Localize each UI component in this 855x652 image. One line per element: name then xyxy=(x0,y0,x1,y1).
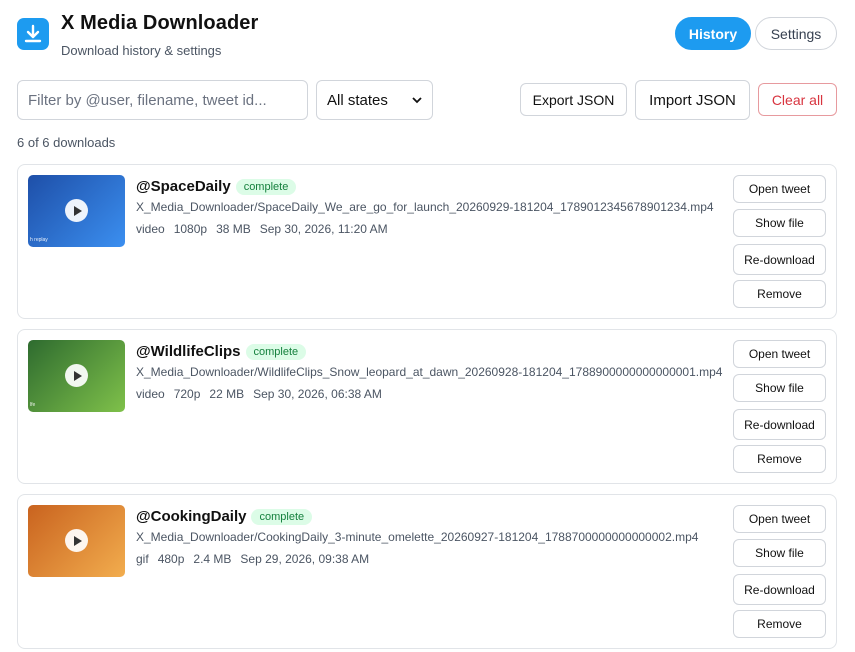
download-date: Sep 30, 2026, 11:20 AM xyxy=(259,222,388,236)
open-tweet-button[interactable]: Open tweet xyxy=(733,175,826,203)
status-badge: complete xyxy=(235,178,297,195)
state-filter-value: All states xyxy=(327,91,388,109)
thumbnail[interactable]: h replay xyxy=(28,175,125,247)
status-badge: complete xyxy=(251,508,313,525)
show-file-button[interactable]: Show file xyxy=(733,539,826,567)
remove-button[interactable]: Remove xyxy=(733,280,826,308)
media-resolution: 1080p xyxy=(173,222,208,236)
status-badge: complete xyxy=(245,343,307,360)
media-resolution: 720p xyxy=(173,387,201,401)
media-size: 22 MB xyxy=(209,387,245,401)
handle-row: @CookingDaily complete xyxy=(136,508,313,525)
media-meta: video 1080p 38 MB Sep 30, 2026, 11:20 AM xyxy=(136,222,388,236)
media-size: 38 MB xyxy=(216,222,251,236)
tab-history[interactable]: History xyxy=(675,17,751,50)
show-file-button[interactable]: Show file xyxy=(733,209,826,237)
app-subtitle: Download history & settings xyxy=(61,43,222,58)
clear-all-button[interactable]: Clear all xyxy=(758,83,837,116)
redownload-button[interactable]: Re-download xyxy=(733,244,826,275)
show-file-button[interactable]: Show file xyxy=(733,374,826,402)
thumbnail[interactable]: lfe xyxy=(28,340,125,412)
file-path: X_Media_Downloader/SpaceDaily_We_are_go_… xyxy=(136,200,714,214)
import-json-button[interactable]: Import JSON xyxy=(635,80,750,120)
export-json-button[interactable]: Export JSON xyxy=(520,83,627,116)
chevron-down-icon xyxy=(412,96,422,103)
media-meta: gif 480p 2.4 MB Sep 29, 2026, 09:38 AM xyxy=(136,552,369,566)
thumbnail-caption: h replay xyxy=(30,237,48,243)
media-size: 2.4 MB xyxy=(193,552,232,566)
search-input[interactable] xyxy=(17,80,308,120)
thumbnail[interactable] xyxy=(28,505,125,577)
remove-button[interactable]: Remove xyxy=(733,610,826,638)
download-date: Sep 29, 2026, 09:38 AM xyxy=(240,552,370,566)
redownload-button[interactable]: Re-download xyxy=(733,409,826,440)
handle-row: @SpaceDaily complete xyxy=(136,178,297,195)
download-icon xyxy=(17,18,49,50)
play-icon xyxy=(65,529,88,552)
download-count: 6 of 6 downloads xyxy=(17,135,116,150)
open-tweet-button[interactable]: Open tweet xyxy=(733,505,826,533)
download-card: h replay @SpaceDaily complete X_Media_Do… xyxy=(17,164,837,319)
media-resolution: 480p xyxy=(157,552,185,566)
tab-bar: History Settings xyxy=(675,17,837,50)
author-handle: @CookingDaily xyxy=(136,508,247,525)
play-icon xyxy=(65,199,88,222)
media-type: gif xyxy=(136,552,149,566)
file-path: X_Media_Downloader/CookingDaily_3-minute… xyxy=(136,530,699,544)
download-card: @CookingDaily complete X_Media_Downloade… xyxy=(17,494,837,649)
app-title: X Media Downloader xyxy=(61,12,259,34)
thumbnail-caption: lfe xyxy=(30,402,36,408)
play-icon xyxy=(65,364,88,387)
tab-settings[interactable]: Settings xyxy=(755,17,837,50)
app-header: X Media Downloader Download history & se… xyxy=(17,11,837,61)
remove-button[interactable]: Remove xyxy=(733,445,826,473)
media-meta: video 720p 22 MB Sep 30, 2026, 06:38 AM xyxy=(136,387,382,401)
download-list: h replay @SpaceDaily complete X_Media_Do… xyxy=(17,164,837,652)
open-tweet-button[interactable]: Open tweet xyxy=(733,340,826,368)
redownload-button[interactable]: Re-download xyxy=(733,574,826,605)
toolbar: All states Export JSON Import JSON Clear… xyxy=(17,80,837,120)
author-handle: @SpaceDaily xyxy=(136,178,231,195)
media-type: video xyxy=(136,222,165,236)
handle-row: @WildlifeClips complete xyxy=(136,343,307,360)
author-handle: @WildlifeClips xyxy=(136,343,241,360)
state-filter-select[interactable]: All states xyxy=(316,80,433,120)
download-date: Sep 30, 2026, 06:38 AM xyxy=(253,387,382,401)
download-card: lfe @WildlifeClips complete X_Media_Down… xyxy=(17,329,837,484)
file-path: X_Media_Downloader/WildlifeClips_Snow_le… xyxy=(136,365,723,379)
media-type: video xyxy=(136,387,165,401)
